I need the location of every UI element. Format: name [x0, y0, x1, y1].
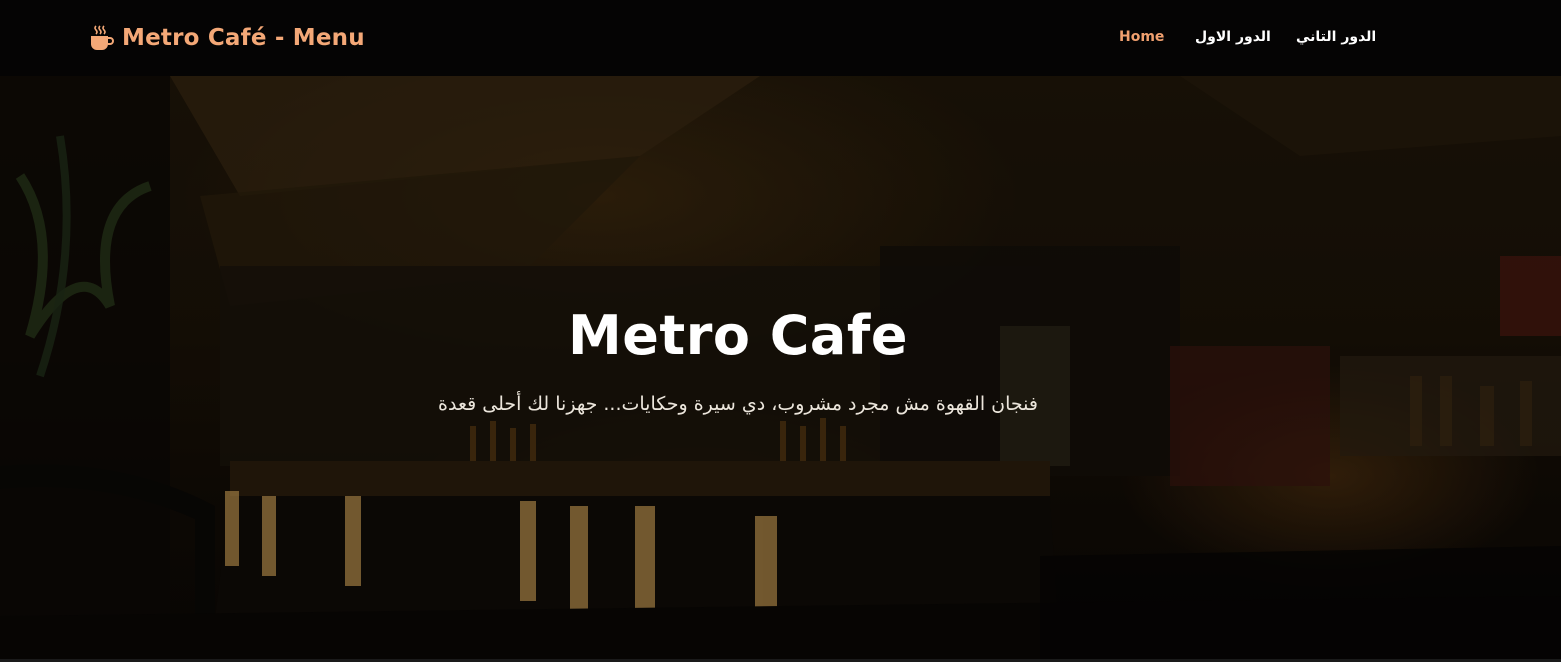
brand-link[interactable]: Metro Café - Menu [88, 22, 365, 54]
nav-link-first-floor[interactable]: الدور الاول [1195, 29, 1271, 45]
coffee-cup-icon [91, 25, 114, 50]
navbar: Metro Café - Menu Home الدور الاول الدور… [0, 0, 1561, 76]
nav-link-second-floor[interactable]: الدور التاني [1296, 29, 1376, 45]
brand-title: Metro Café - Menu [122, 25, 365, 51]
nav-links: Home الدور الاول الدور التاني [1100, 26, 1390, 50]
hero-subtitle: فنجان القهوة مش مجرد مشروب، دي سيرة وحكا… [438, 393, 1038, 415]
hero-title: Metro Cafe [568, 304, 908, 367]
nav-link-home[interactable]: Home [1119, 29, 1164, 45]
hero-section: Metro Cafe فنجان القهوة مش مجرد مشروب، د… [0, 76, 1561, 659]
